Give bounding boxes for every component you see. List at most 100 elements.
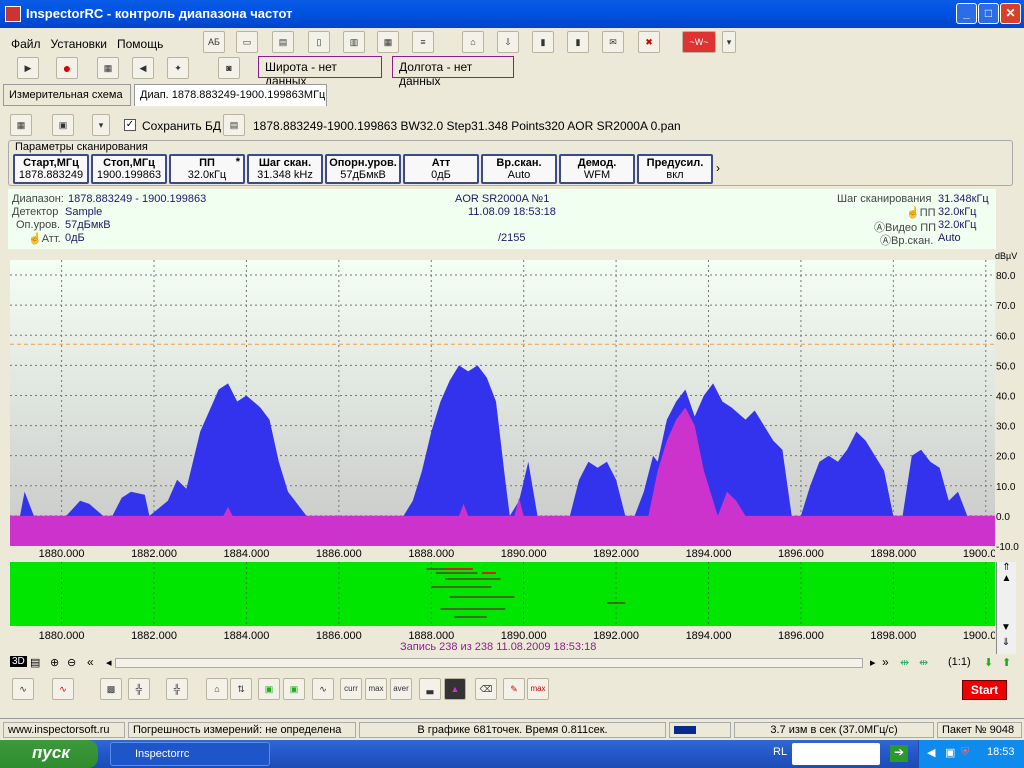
waterfall-hot-streak [445,568,473,570]
save-db-label: Сохранить БД [142,119,221,133]
antenna-icon[interactable]: ✦ [167,57,189,79]
minimize-button[interactable]: _ [956,3,977,24]
navigation-row: 3D ▤ ⊕ ⊖ « ◂ ▸ » ⇹ ⇹ (1:1) ⬇ ⬆ [10,655,1020,672]
bars-icon[interactable]: ▮ [567,31,589,53]
scroll-down-icon[interactable]: ▼ [997,622,1015,633]
status-rate: 3.7 изм в сек (37.0МГц/с) [734,722,934,738]
pages-icon[interactable]: ▥ [343,31,365,53]
signal-icon[interactable]: ~W~ [682,31,716,53]
folder-icon[interactable]: ⌂ [462,31,484,53]
down-arrow-icon[interactable]: ⬇ [984,656,993,669]
receiver-icon[interactable]: ▣ [52,114,74,136]
spectrum-icon[interactable]: ▮ [532,31,554,53]
device-icon[interactable]: ▭ [236,31,258,53]
marker-icon[interactable]: ∿ [52,678,74,700]
progress-fill [674,726,696,734]
y-tick-label: 80.0 [996,271,1016,282]
scroll-top-icon[interactable]: ⇑ [997,562,1016,573]
import-icon[interactable]: ⇩ [497,31,519,53]
menu-settings[interactable]: Установки [46,37,112,51]
histogram-icon[interactable]: ▃ [419,678,441,700]
units-icon[interactable]: АБ [203,31,225,53]
horizontal-scrollbar[interactable] [115,658,863,668]
book-icon[interactable]: ▯ [308,31,330,53]
tray-network-icon[interactable]: ▣ [945,746,955,759]
delete-icon[interactable]: ✖ [638,31,660,53]
chevron-right-icon[interactable]: › [716,161,720,175]
scan-setup-icon[interactable]: ▦ [10,114,32,136]
map-icon[interactable]: ◙ [218,57,240,79]
waterfall-scrollbar[interactable]: ⇑ ▲ ▼ ⇓ [996,562,1016,654]
color-icon[interactable]: ▩ [100,678,122,700]
export-all-icon[interactable]: ▣ [283,678,305,700]
play-icon[interactable]: ▶ [17,57,39,79]
wave-icon[interactable]: ∿ [312,678,334,700]
ref-level-value: 57дБмкВ [65,219,111,231]
first-icon[interactable]: « [87,655,94,669]
fit-icon[interactable]: ⇹ [900,656,909,669]
file-icon[interactable]: ▤ [223,114,245,136]
scroll-left-icon[interactable]: ◂ [106,656,112,669]
tab-scheme[interactable]: Измерительная схема [3,84,131,106]
param-button-5[interactable]: Атт 0дБ [403,154,479,184]
dropdown-arrow-icon[interactable]: ▾ [722,31,736,53]
current-trace-icon[interactable]: curr [340,678,362,700]
param-button-7[interactable]: Демод. WFM [559,154,635,184]
spectrum-chart[interactable] [10,260,995,546]
start-button[interactable]: пуск [0,740,98,768]
tray-security-icon[interactable]: ⛨ [961,746,969,759]
close-button[interactable]: ✕ [1000,3,1021,24]
tab-range[interactable]: Диап. 1878.883249-1900.199863МГц [134,84,327,106]
param-button-3[interactable]: Шаг скан. 31.348 kHz [247,154,323,184]
scroll-up-icon[interactable]: ▲ [997,573,1016,584]
param-button-4[interactable]: Опорн.уров. 57дБмкВ [325,154,401,184]
print-icon[interactable]: ▤ [30,656,40,669]
list-icon[interactable]: ≡ [412,31,434,53]
go-icon[interactable]: ➔ [890,745,908,762]
zoom-out-icon[interactable]: ⊖ [67,656,76,669]
record-icon[interactable]: ● [56,57,78,79]
trace-icon[interactable]: ∿ [12,678,34,700]
up-arrow-icon[interactable]: ⬆ [1002,656,1011,669]
menu-help[interactable]: Помощь [112,37,168,51]
3d-icon[interactable]: 3D [10,656,27,667]
trash-icon[interactable]: ⌫ [475,678,497,700]
export-icon[interactable]: ▣ [258,678,280,700]
envelope-icon[interactable]: ✉ [602,31,624,53]
max-trace-icon[interactable]: max [365,678,387,700]
grid-h-icon[interactable]: ╬ [128,678,150,700]
start-button[interactable]: Start [962,680,1007,700]
language-indicator[interactable]: RL [773,746,787,758]
max-clear-icon[interactable]: max [527,678,549,700]
stretch-icon[interactable]: ⇹ [919,656,928,669]
last-icon[interactable]: » [882,655,889,669]
param-button-1[interactable]: Стоп,МГц 1900.199863 [91,154,167,184]
waterfall-display[interactable] [10,562,995,626]
grid-v-icon[interactable]: ╬ [166,678,188,700]
param-label: Опорн.уров. [329,157,397,169]
scroll-bottom-icon[interactable]: ⇓ [997,637,1015,648]
display-icon[interactable]: ▤ [272,31,294,53]
speaker-icon[interactable]: ◀ [132,57,154,79]
average-trace-icon[interactable]: aver [390,678,412,700]
clear-icon[interactable]: ✎ [503,678,525,700]
taskbar-item-inspectorrc[interactable]: Inspectorrc [110,742,270,766]
param-button-0[interactable]: Старт,МГц 1878.883249 [13,154,89,184]
x-tick-label: 1886.000 [316,548,362,560]
sort-icon[interactable]: ⇅ [230,678,252,700]
waterfall-icon[interactable]: ▲ [444,678,466,700]
chart-icon[interactable]: ▦ [377,31,399,53]
nero-scout-widget[interactable] [792,743,880,765]
grid-icon[interactable]: ▦ [97,57,119,79]
menu-file[interactable]: Файл [6,37,46,51]
param-button-8[interactable]: Предусил. вкл [637,154,713,184]
scroll-right-icon[interactable]: ▸ [870,656,876,669]
open-folder-icon[interactable]: ⌂ [206,678,228,700]
param-button-6[interactable]: Вр.скан. Auto [481,154,557,184]
save-db-checkbox[interactable]: ✓ [124,119,136,131]
tray-back-icon[interactable]: ◀ [927,746,935,759]
zoom-in-icon[interactable]: ⊕ [50,656,59,669]
dropdown-arrow-icon[interactable]: ▾ [92,114,110,136]
maximize-button[interactable]: □ [978,3,999,24]
param-button-2[interactable]: ПП 32.0кГц * [169,154,245,184]
